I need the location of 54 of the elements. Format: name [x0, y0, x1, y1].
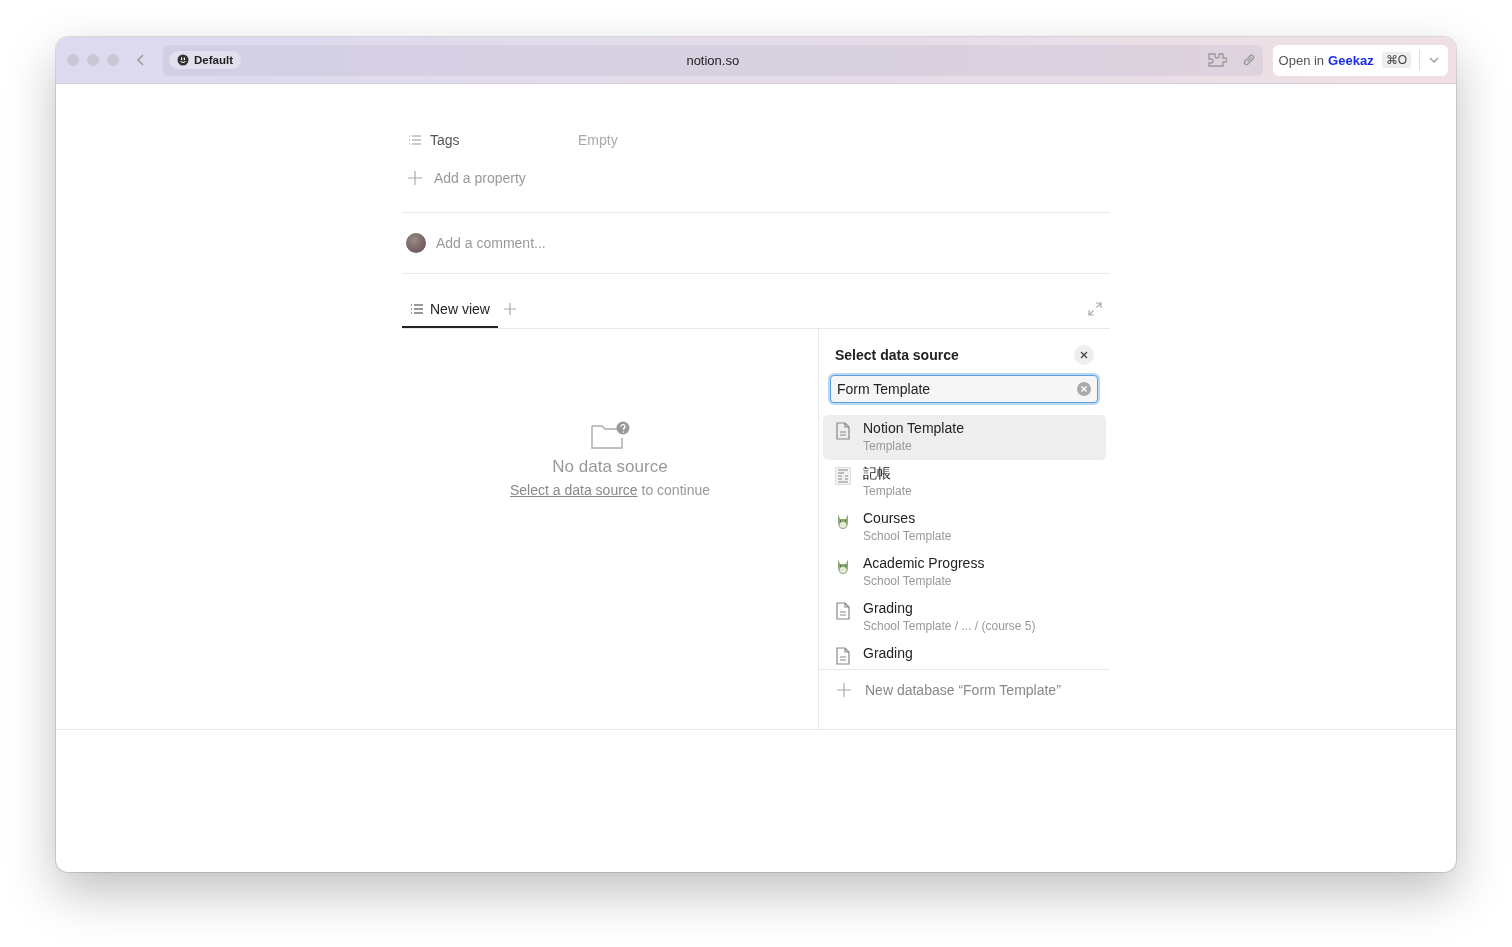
result-name: Grading: [863, 644, 913, 662]
list-icon: [408, 133, 422, 146]
result-name: Grading: [863, 599, 914, 617]
result-path: School Template / ... / (course 5): [863, 618, 1036, 635]
creature-icon: [835, 512, 851, 530]
expand-icon[interactable]: [1088, 302, 1102, 316]
view-tab[interactable]: New view: [402, 292, 498, 328]
page-icon: [835, 422, 851, 440]
page-icon: [835, 647, 851, 665]
result-item[interactable]: Academic Progress School Template: [823, 550, 1106, 595]
empty-state-title: No data source: [552, 457, 668, 477]
add-view-icon[interactable]: [503, 303, 516, 315]
open-in-app-control[interactable]: Open in Geekaz ⌘O: [1272, 44, 1448, 76]
result-item[interactable]: Courses School Template: [823, 505, 1106, 550]
result-name: 記帳: [863, 464, 892, 482]
result-item[interactable]: Grading: [823, 640, 1106, 669]
chevron-down-icon[interactable]: [1428, 56, 1440, 64]
result-item[interactable]: 記帳 Template: [823, 460, 1106, 505]
result-name: Academic Progress: [863, 554, 985, 572]
result-path: School Template: [863, 573, 953, 590]
close-icon: [1080, 351, 1088, 359]
page-icon: [835, 602, 851, 620]
empty-state-text: Select a data source to continue: [510, 482, 710, 498]
address-bar[interactable]: Default notion.so: [163, 44, 1263, 76]
clear-icon[interactable]: [1077, 382, 1091, 396]
creature-icon: [835, 557, 851, 575]
window-control[interactable]: [107, 54, 119, 66]
window-control[interactable]: [87, 54, 99, 66]
smiley-icon: [177, 54, 189, 66]
plus-icon: [408, 170, 422, 185]
result-path: School Template: [863, 528, 952, 545]
select-source-link[interactable]: Select a data source: [510, 482, 638, 498]
result-path: Template: [863, 483, 912, 500]
receipt-icon: [835, 467, 851, 485]
panel-title: Select data source: [835, 347, 959, 363]
result-item[interactable]: Grading School Template / ... / (course 5): [823, 595, 1106, 640]
url-text: notion.so: [686, 52, 740, 68]
plus-icon: [837, 683, 851, 697]
result-item[interactable]: Notion Template Template: [823, 415, 1106, 460]
property-name[interactable]: Tags: [430, 131, 570, 148]
result-name: Courses: [863, 509, 917, 527]
back-icon[interactable]: [137, 54, 145, 66]
search-field[interactable]: Form Template: [830, 375, 1098, 403]
folder-question-icon: [590, 421, 630, 451]
window-control[interactable]: [67, 54, 79, 66]
puzzle-icon[interactable]: [1206, 52, 1227, 68]
new-database-button[interactable]: New database “Form Template”: [819, 670, 1110, 698]
open-in-app-button[interactable]: Open in Geekaz ⌘O: [1272, 52, 1411, 68]
avatar: [406, 233, 426, 253]
close-button[interactable]: [1074, 345, 1094, 365]
result-name: Notion Template: [863, 419, 964, 437]
list-icon: [410, 303, 424, 315]
result-path: Template: [863, 438, 913, 455]
profile-button[interactable]: Default: [169, 51, 241, 69]
